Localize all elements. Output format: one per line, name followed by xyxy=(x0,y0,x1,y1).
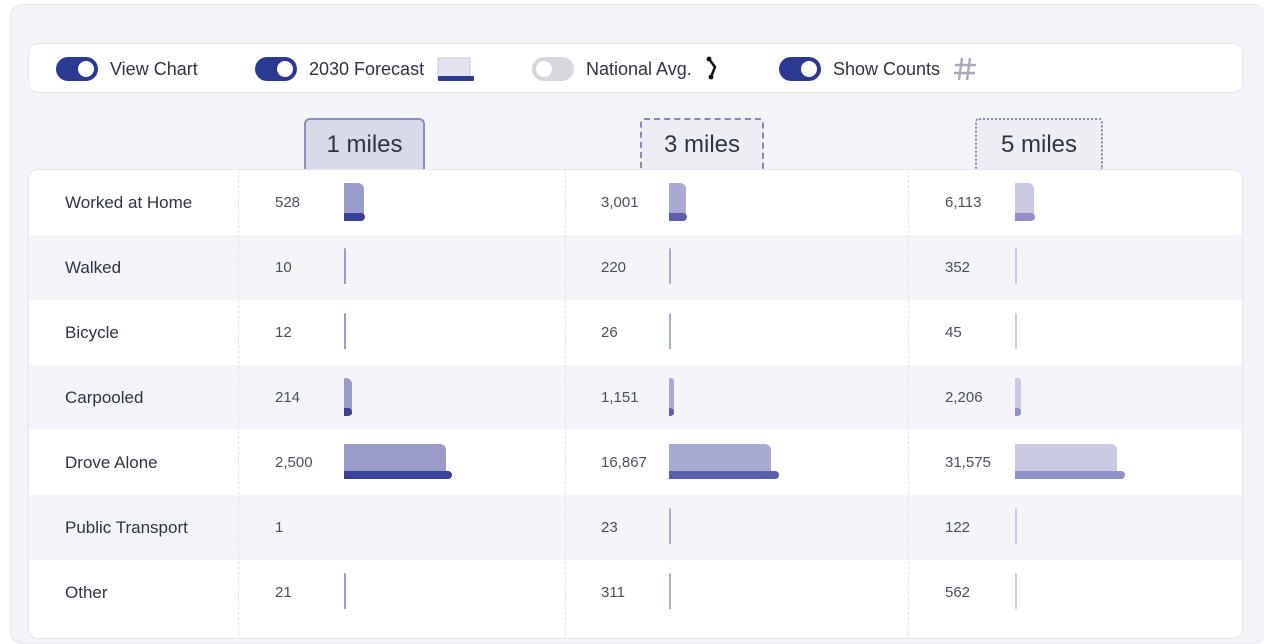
table-row: Worked at Home 528 3,001 6,113 xyxy=(29,170,1242,235)
share-bar-5mi xyxy=(1015,573,1017,609)
forecast-bar-3mi xyxy=(669,213,688,221)
count-3mi: 220 xyxy=(601,259,627,276)
column-divider xyxy=(908,170,909,638)
forecast-bar-5mi xyxy=(1015,471,1126,479)
share-bar-3mi xyxy=(669,508,671,544)
count-5mi: 31,575 xyxy=(945,454,991,471)
share-bar-5mi xyxy=(1015,248,1017,284)
table-row: Other 21 311 562 xyxy=(29,560,1242,625)
row-label: Worked at Home xyxy=(65,192,193,212)
count-3mi: 1,151 xyxy=(601,389,639,406)
count-1mi: 2,500 xyxy=(275,454,313,471)
count-1mi: 12 xyxy=(275,324,292,341)
row-label: Other xyxy=(65,582,108,602)
show-counts-switch[interactable] xyxy=(779,57,821,81)
share-bar-3mi xyxy=(669,573,671,609)
forecast-bar-5mi xyxy=(1015,213,1036,221)
table-row: Public Transport 1 23 122 xyxy=(29,495,1242,560)
count-3mi: 311 xyxy=(601,584,625,601)
view-chart-switch[interactable] xyxy=(56,57,98,81)
row-label: Bicycle xyxy=(65,322,119,342)
share-bar-1mi xyxy=(344,313,346,349)
share-bar-5mi xyxy=(1015,508,1017,544)
count-1mi: 21 xyxy=(275,584,292,601)
view-chart-toggle[interactable]: View Chart xyxy=(56,44,198,94)
forecast-switch[interactable] xyxy=(255,57,297,81)
table-row: Drove Alone 2,500 16,867 31,575 xyxy=(29,430,1242,495)
national-avg-label: National Avg. xyxy=(586,58,692,79)
forecast-label: 2030 Forecast xyxy=(309,58,425,79)
count-5mi: 122 xyxy=(945,519,971,536)
national-avg-switch[interactable] xyxy=(532,57,574,81)
count-5mi: 6,113 xyxy=(945,194,982,211)
share-bar-1mi xyxy=(344,248,346,284)
share-bar-3mi xyxy=(669,313,671,349)
tab-5-miles-label: 5 miles xyxy=(1000,131,1078,158)
row-label: Walked xyxy=(65,257,122,277)
table-row: Walked 10 220 352 xyxy=(29,235,1242,300)
table-row: Bicycle 12 26 45 xyxy=(29,300,1242,365)
column-divider xyxy=(565,170,566,638)
national-avg-line-icon xyxy=(706,56,717,80)
count-1mi: 214 xyxy=(275,389,301,406)
tab-3-miles-label: 3 miles xyxy=(663,131,741,158)
show-counts-toggle[interactable]: Show Counts xyxy=(779,44,978,94)
forecast-toggle[interactable]: 2030 Forecast xyxy=(255,44,476,94)
row-label: Carpooled xyxy=(65,387,144,407)
count-3mi: 23 xyxy=(601,519,618,536)
share-bar-1mi xyxy=(344,573,346,609)
share-bar-5mi xyxy=(1015,313,1017,349)
view-chart-label: View Chart xyxy=(110,58,198,79)
count-3mi: 3,001 xyxy=(601,194,639,211)
national-avg-toggle[interactable]: National Avg. xyxy=(532,44,722,94)
count-5mi: 45 xyxy=(945,324,962,341)
commute-table: Worked at Home 528 3,001 6,113 Walked 10 220 35… xyxy=(28,169,1243,639)
column-divider xyxy=(238,170,239,638)
hash-icon xyxy=(954,57,977,81)
toolbar: View Chart 2030 Forecast National Avg. S… xyxy=(28,43,1243,93)
tab-1-miles[interactable]: 1 miles xyxy=(304,118,425,170)
forecast-bar-1mi xyxy=(344,213,366,221)
count-1mi: 10 xyxy=(275,259,292,276)
tab-5-miles[interactable]: 5 miles xyxy=(975,118,1103,170)
forecast-bar-1mi xyxy=(344,471,453,479)
tab-3-miles[interactable]: 3 miles xyxy=(640,118,764,170)
forecast-bar-icon xyxy=(437,57,475,81)
row-label: Drove Alone xyxy=(65,452,158,472)
count-5mi: 352 xyxy=(945,259,971,276)
show-counts-label: Show Counts xyxy=(833,58,941,79)
count-3mi: 26 xyxy=(601,324,618,341)
count-1mi: 528 xyxy=(275,194,301,211)
row-label: Public Transport xyxy=(65,517,188,537)
count-5mi: 2,206 xyxy=(945,389,983,406)
count-1mi: 1 xyxy=(275,519,284,536)
count-5mi: 562 xyxy=(945,584,971,601)
count-3mi: 16,867 xyxy=(601,454,647,471)
forecast-bar-3mi xyxy=(669,471,780,479)
tab-1-miles-label: 1 miles xyxy=(326,131,403,158)
share-bar-3mi xyxy=(669,248,671,284)
table-row: Carpooled 214 1,151 2,206 xyxy=(29,365,1242,430)
